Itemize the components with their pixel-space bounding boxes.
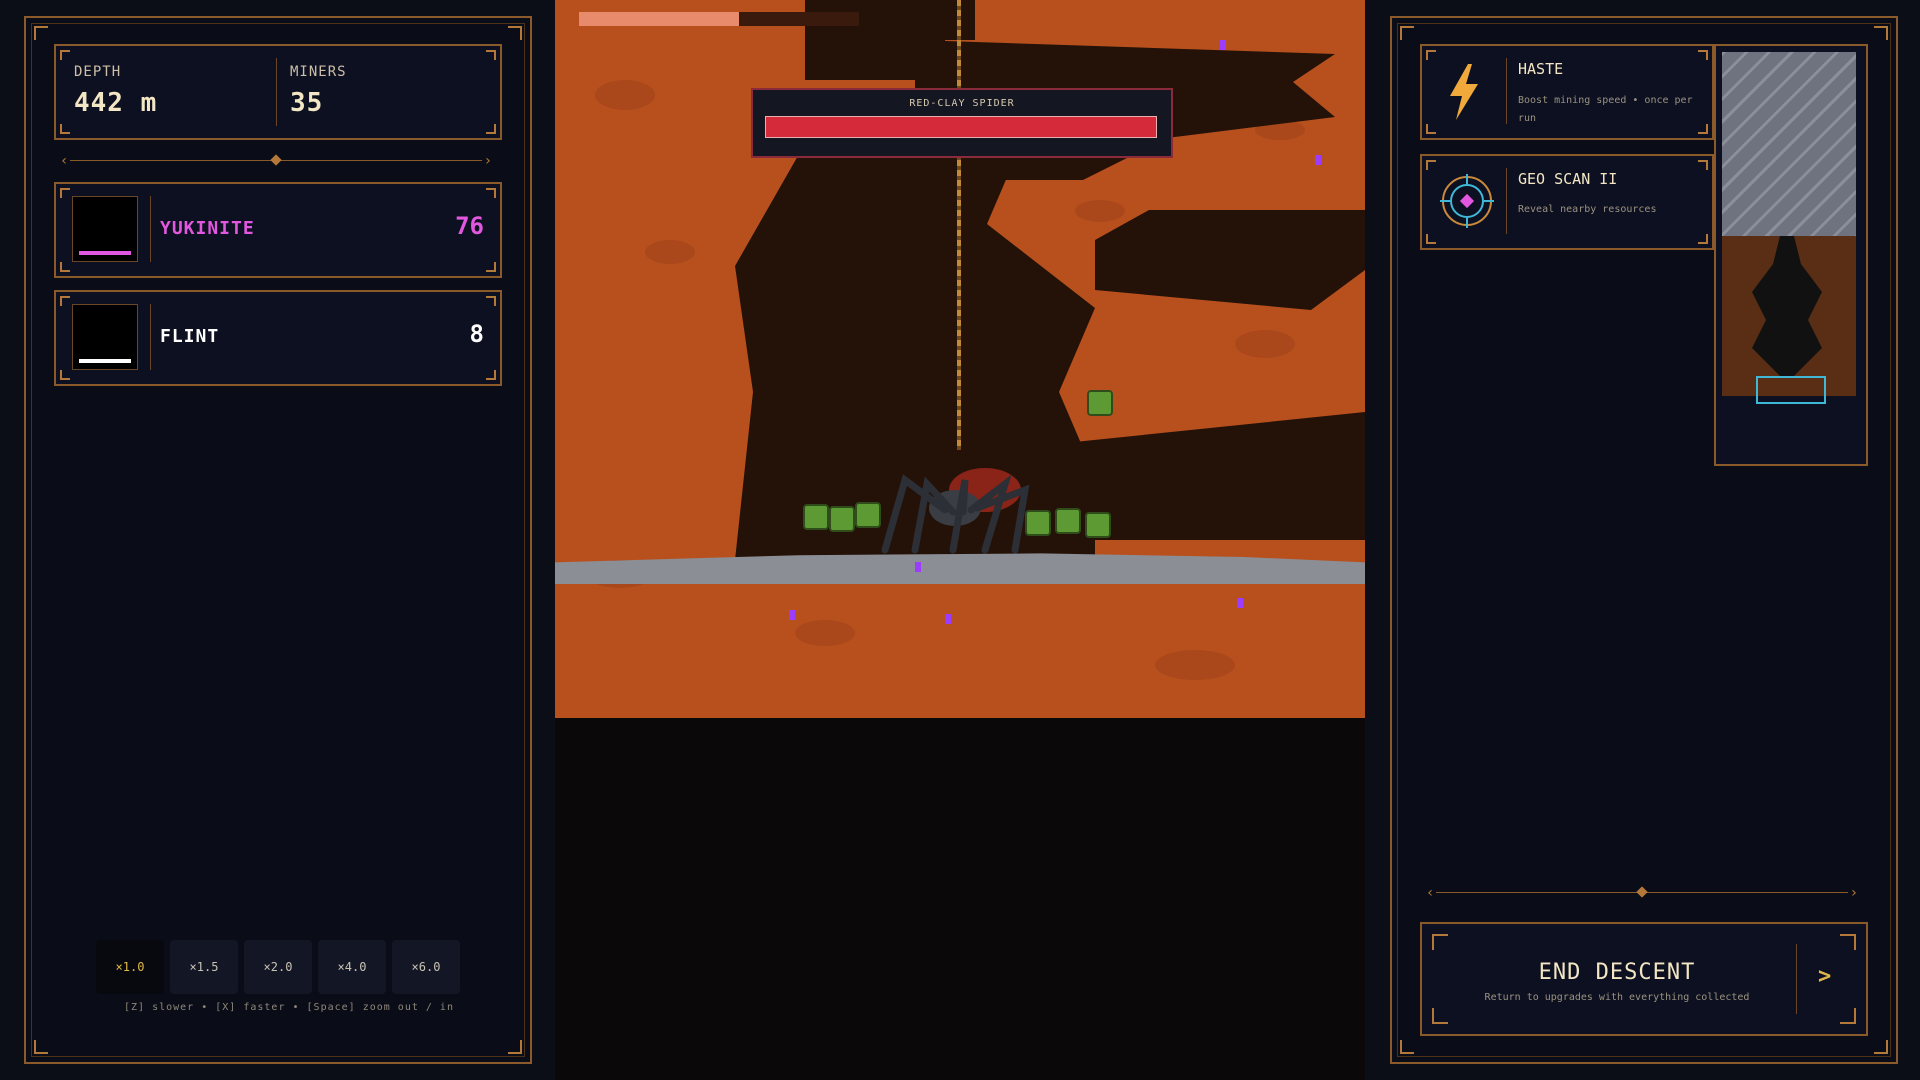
yukinite-swatch [72, 196, 138, 262]
arrow-right-icon: > [1818, 964, 1832, 989]
boss-health-fill [766, 117, 1156, 137]
speed-button-2x[interactable]: ×2.0 [244, 940, 312, 994]
spider-boss-sprite [881, 468, 1030, 554]
speed-hint: [Z] slower • [X] faster • [Space] zoom o… [124, 1002, 454, 1013]
resource-row-yukinite: YUKINITE 76 [54, 182, 502, 278]
tunnel [1095, 210, 1365, 310]
minimap-sky [1722, 52, 1856, 236]
boss-health-track [765, 116, 1157, 138]
tunnel [895, 0, 975, 40]
minimap[interactable] [1714, 44, 1868, 466]
radar-scan-icon [1440, 174, 1494, 228]
miner [1087, 390, 1113, 416]
minimap-viewport-indicator [1756, 376, 1826, 404]
speed-button-1-5x[interactable]: ×1.5 [170, 940, 238, 994]
miner [1085, 512, 1111, 538]
descent-progress-fill [579, 12, 739, 26]
descent-progress-bar [579, 12, 859, 26]
panel-divider: ‹ › [60, 153, 492, 169]
end-descent-title: END DESCENT [1538, 960, 1696, 985]
resource-row-flint: FLINT 8 [54, 290, 502, 386]
depth-value: 442 m [74, 88, 158, 118]
upgrade-title: HASTE [1518, 60, 1564, 78]
right-panel: HASTE Boost mining speed • once per run … [1390, 16, 1898, 1064]
flint-swatch [72, 304, 138, 370]
miner [803, 504, 829, 530]
speed-button-4x[interactable]: ×4.0 [318, 940, 386, 994]
upgrade-desc: Boost mining speed • once per run [1518, 95, 1693, 124]
miner [829, 506, 855, 532]
upgrade-title: GEO SCAN II [1518, 170, 1618, 188]
lightning-icon [1450, 64, 1478, 120]
upgrade-desc: Reveal nearby resources [1518, 204, 1657, 215]
stats-card: DEPTH 442 m MINERS 35 [54, 44, 502, 140]
end-descent-subtitle: Return to upgrades with everything colle… [1484, 992, 1750, 1003]
speed-button-6x[interactable]: ×6.0 [392, 940, 460, 994]
panel-divider: ‹ › [1426, 885, 1858, 901]
game-viewport[interactable]: RED-CLAY SPIDER [555, 0, 1365, 718]
depth-label: DEPTH [74, 64, 122, 80]
boss-name: RED-CLAY SPIDER [909, 98, 1015, 109]
upgrade-card-haste[interactable]: HASTE Boost mining speed • once per run [1420, 44, 1714, 140]
speed-button-1x[interactable]: ×1.0 [96, 940, 164, 994]
miners-value: 35 [290, 88, 324, 118]
resource-name: YUKINITE [160, 218, 255, 239]
resource-name: FLINT [160, 326, 220, 347]
boss-health-panel: RED-CLAY SPIDER [751, 88, 1173, 158]
end-descent-button[interactable]: END DESCENT Return to upgrades with ever… [1420, 922, 1868, 1036]
resource-count: 8 [469, 320, 484, 348]
miner [1055, 508, 1081, 534]
resource-count: 76 [455, 212, 484, 240]
unexplored-area [555, 718, 1365, 1080]
upgrade-card-geo-scan[interactable]: GEO SCAN II Reveal nearby resources [1420, 154, 1714, 250]
rope [957, 0, 961, 450]
left-panel: DEPTH 442 m MINERS 35 ‹ › YUKINITE 76 FL… [24, 16, 532, 1064]
miners-label: MINERS [290, 64, 347, 80]
